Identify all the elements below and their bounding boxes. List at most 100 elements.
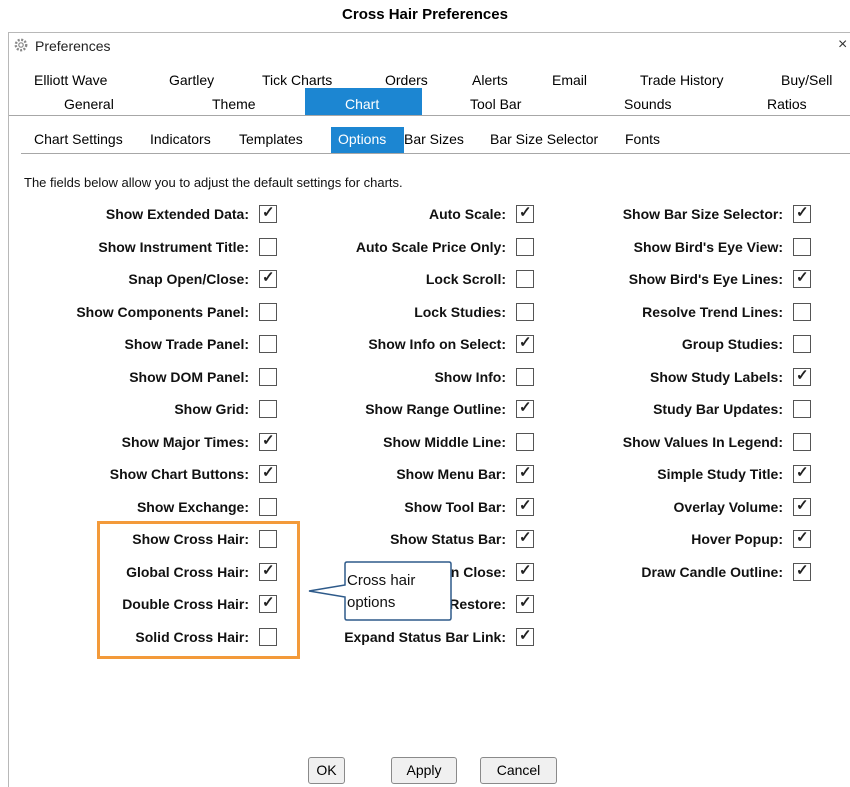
option-label: Show Trade Panel: [124, 336, 249, 352]
option-row: Show Tool Bar: ✓ [274, 497, 534, 518]
option-checkbox[interactable] [516, 303, 534, 321]
option-row: Show DOM Panel: [17, 368, 277, 388]
option-checkbox[interactable]: ✓ [793, 562, 811, 581]
option-checkbox[interactable]: ✓ [516, 529, 534, 548]
option-checkbox[interactable]: ✓ [516, 334, 534, 353]
option-row: Show Values In Legend: [551, 433, 811, 453]
option-row: Show Range Outline: ✓ [274, 399, 534, 420]
tab-ratios[interactable]: Ratios [767, 96, 807, 112]
tab-gartley[interactable]: Gartley [169, 72, 214, 88]
checkmark-icon: ✓ [262, 269, 275, 286]
tab-buy-sell[interactable]: Buy/Sell [781, 72, 832, 88]
option-label: Study Bar Updates: [653, 401, 783, 417]
option-row: Show Middle Line: [274, 433, 534, 453]
tab-email[interactable]: Email [552, 72, 587, 88]
checkmark-icon: ✓ [796, 464, 809, 481]
tab-tick-charts[interactable]: Tick Charts [262, 72, 332, 88]
tab-sounds[interactable]: Sounds [624, 96, 671, 112]
tab-alerts[interactable]: Alerts [472, 72, 508, 88]
tab-general[interactable]: General [64, 96, 114, 112]
option-label: Group Studies: [681, 336, 783, 352]
option-checkbox[interactable]: ✓ [793, 497, 811, 516]
tab-chart[interactable]: Chart [345, 96, 379, 112]
option-checkbox[interactable] [516, 270, 534, 288]
apply-button[interactable]: Apply [391, 757, 457, 784]
option-label: Resolve Trend Lines: [642, 304, 783, 320]
checkmark-icon: ✓ [796, 269, 809, 286]
option-row: Show Status Bar: ✓ [274, 529, 534, 550]
option-checkbox[interactable] [793, 400, 811, 418]
checkmark-icon: ✓ [796, 562, 809, 579]
subtab-fonts[interactable]: Fonts [625, 131, 660, 147]
option-row: Study Bar Updates: [551, 400, 811, 420]
option-label: Show Menu Bar: [396, 466, 506, 482]
checkmark-icon: ✓ [519, 627, 532, 644]
subtab-chart-settings[interactable]: Chart Settings [34, 131, 123, 147]
title-bar: Preferences × [9, 33, 850, 59]
subtab-bar-size-selector[interactable]: Bar Size Selector [490, 131, 598, 147]
cancel-button[interactable]: Cancel [480, 757, 557, 784]
option-label: Show Status Bar: [390, 531, 506, 547]
option-label: Show Info: [434, 369, 506, 385]
option-row: Show Major Times: ✓ [17, 432, 277, 453]
option-checkbox[interactable]: ✓ [793, 204, 811, 223]
option-checkbox[interactable] [793, 303, 811, 321]
tab-elliott-wave[interactable]: Elliott Wave [34, 72, 107, 88]
option-label: Show Exchange: [136, 499, 249, 515]
subtab-indicators[interactable]: Indicators [150, 131, 211, 147]
option-label: Show Components Panel: [76, 304, 249, 320]
option-checkbox[interactable] [793, 238, 811, 256]
close-icon[interactable]: × [838, 36, 847, 54]
document-title: Cross Hair Preferences [342, 6, 508, 23]
option-checkbox[interactable]: ✓ [516, 204, 534, 223]
ok-button[interactable]: OK [308, 757, 345, 784]
option-checkbox[interactable]: ✓ [793, 464, 811, 483]
option-label: Draw Candle Outline: [641, 564, 783, 580]
tab-theme[interactable]: Theme [212, 96, 256, 112]
option-label: Overlay Volume: [673, 499, 783, 515]
option-row: Show Info: [274, 368, 534, 388]
option-checkbox[interactable] [516, 238, 534, 256]
subtab-templates[interactable]: Templates [239, 131, 303, 147]
option-row: Hover Popup: ✓ [551, 529, 811, 550]
option-label: Hover Popup: [691, 531, 783, 547]
option-checkbox[interactable]: ✓ [793, 529, 811, 548]
option-row: Auto Scale: ✓ [274, 204, 534, 225]
option-row: Show Grid: [17, 400, 277, 420]
option-row: Show Study Labels: ✓ [551, 367, 811, 388]
option-row: Resolve Trend Lines: [551, 303, 811, 323]
option-checkbox[interactable] [516, 433, 534, 451]
gear-icon [14, 38, 28, 52]
checkmark-icon: ✓ [519, 529, 532, 546]
option-checkbox[interactable]: ✓ [516, 562, 534, 581]
option-label: Show Values In Legend: [622, 434, 783, 450]
option-checkbox[interactable]: ✓ [516, 627, 534, 646]
option-row: Show Info on Select: ✓ [274, 334, 534, 355]
option-label: Auto Scale: [428, 206, 506, 222]
option-checkbox[interactable] [793, 433, 811, 451]
checkmark-icon: ✓ [519, 562, 532, 579]
option-label: Show Middle Line: [383, 434, 506, 450]
option-checkbox[interactable]: ✓ [793, 367, 811, 386]
subtab-options-label: Options [338, 131, 387, 147]
tab-orders[interactable]: Orders [385, 72, 428, 88]
option-label: Show Bar Size Selector: [622, 206, 783, 222]
option-checkbox[interactable]: ✓ [516, 497, 534, 516]
option-row: Show Bar Size Selector: ✓ [551, 204, 811, 225]
option-checkbox[interactable]: ✓ [516, 464, 534, 483]
subtab-bar-sizes[interactable]: Bar Sizes [404, 131, 464, 147]
option-checkbox[interactable] [516, 368, 534, 386]
option-row: Expand Status Bar Link: ✓ [274, 627, 534, 648]
option-checkbox[interactable]: ✓ [516, 399, 534, 418]
tab-trade-history[interactable]: Trade History [640, 72, 724, 88]
option-row: Show Chart Buttons: ✓ [17, 464, 277, 485]
option-checkbox[interactable]: ✓ [793, 269, 811, 288]
option-row: Auto Scale Price Only: [274, 238, 534, 258]
option-checkbox[interactable]: ✓ [516, 594, 534, 613]
option-checkbox[interactable] [793, 335, 811, 353]
callout-text: Cross hair options [347, 572, 416, 611]
tab-tool-bar[interactable]: Tool Bar [470, 96, 521, 112]
checkmark-icon: ✓ [519, 204, 532, 221]
option-row: Show Instrument Title: [17, 238, 277, 258]
subtab-options[interactable]: Options [331, 127, 404, 153]
